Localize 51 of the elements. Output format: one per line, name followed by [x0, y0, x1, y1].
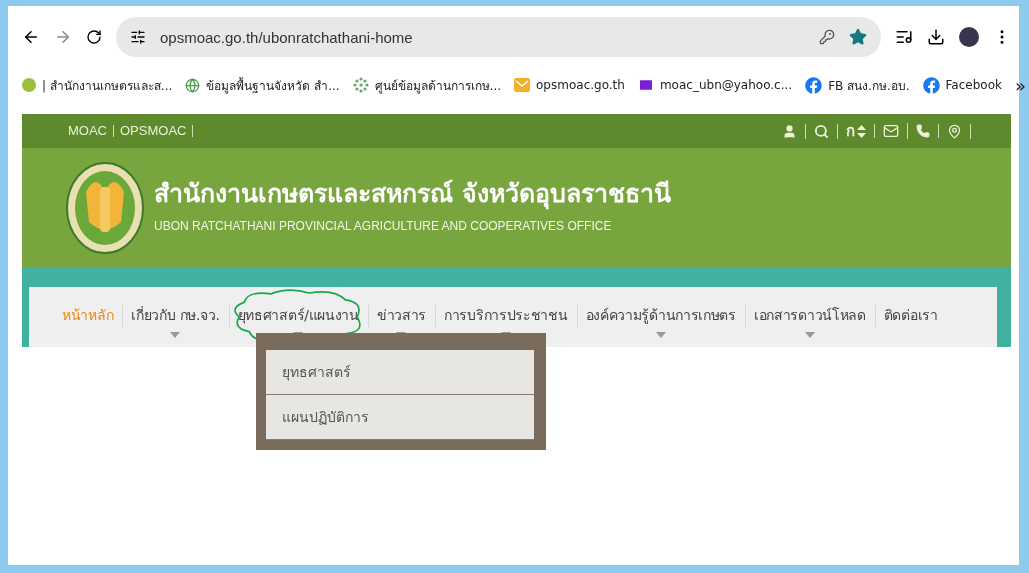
url-text: opsmoac.go.th/ubonratchathani-home	[160, 28, 414, 46]
office-title: สำนักงานเกษตรและสหกรณ์ จังหวัดอุบลราชธานี	[154, 177, 671, 212]
up-down-icon	[857, 124, 866, 138]
dropdown-item[interactable]: แผนปฏิบัติการ	[266, 395, 534, 440]
globe-icon	[185, 77, 201, 93]
bookmark-label: Facebook	[945, 78, 1002, 92]
site-settings-icon[interactable]	[130, 29, 146, 45]
bookmark-link[interactable]: Facebook	[922, 76, 1002, 94]
top-link[interactable]: MOAC	[62, 125, 114, 137]
nav-item[interactable]: ติดต่อเรา	[874, 287, 947, 347]
address-bar[interactable]: opsmoac.go.th/ubonratchathani-home	[116, 17, 881, 57]
nav-item[interactable]: เกี่ยวกับ กษ.จว.	[122, 287, 229, 347]
phone-icon[interactable]	[916, 124, 930, 138]
bookmark-label: moac_ubn@yahoo.c...	[659, 78, 793, 92]
bookmark-link[interactable]: FB สนง.กษ.อบ.	[805, 75, 910, 95]
nav-item[interactable]: ข่าวสาร	[367, 287, 436, 347]
mail-icon	[514, 78, 531, 92]
nav-item[interactable]: องค์ความรู้ด้านการเกษตร	[576, 287, 745, 347]
back-button[interactable]	[22, 28, 40, 46]
nav-item[interactable]: การบริการประชาชน	[435, 287, 577, 347]
facebook-icon	[805, 76, 823, 94]
bookmark-link[interactable]: ข้อมูลพื้นฐานจังหวัด สำ...	[185, 75, 340, 95]
user-icon[interactable]	[782, 123, 797, 139]
bookmark-label: | สำนักงานเกษตรและส...	[42, 77, 173, 95]
bookmark-label: ศูนย์ข้อมูลด้านการเกษ...	[374, 77, 502, 95]
facebook-icon	[922, 76, 940, 94]
key-icon[interactable]	[819, 29, 835, 45]
bookmark-link[interactable]: opsmoac.go.th	[514, 78, 625, 92]
bookmark-label: FB สนง.กษ.อบ.	[828, 77, 910, 95]
bookmark-star-icon[interactable]	[849, 28, 867, 46]
dots-icon	[352, 77, 369, 93]
dropdown-item[interactable]: ยุทธศาสตร์	[266, 350, 534, 395]
download-icon[interactable]	[927, 28, 945, 46]
map-pin-icon[interactable]	[947, 123, 962, 139]
reload-button[interactable]	[86, 29, 102, 45]
office-subtitle: UBON RATCHATHANI PROVINCIAL AGRICULTURE AND COOPERATIVES OFFICE	[154, 218, 613, 233]
bookmark-link[interactable]: | สำนักงานเกษตรและส...	[22, 75, 173, 95]
search-icon[interactable]	[814, 123, 829, 139]
site-icon	[22, 78, 36, 92]
mail-icon[interactable]	[883, 123, 899, 139]
forward-button[interactable]	[54, 28, 72, 46]
bookmark-link[interactable]: ศูนย์ข้อมูลด้านการเกษ...	[352, 75, 502, 95]
bookmarks-overflow-button[interactable]: »	[1014, 74, 1026, 96]
nav-item[interactable]: เอกสารดาวน์โหลด	[744, 287, 875, 347]
top-link[interactable]: OPSMOAC	[114, 125, 194, 137]
bookmark-label: ข้อมูลพื้นฐานจังหวัด สำ...	[206, 76, 340, 95]
font-size-button[interactable]: ก	[846, 124, 855, 138]
avatar-icon[interactable]	[959, 27, 979, 47]
bookmark-label: opsmoac.go.th	[536, 78, 625, 92]
media-icon[interactable]	[895, 28, 913, 46]
bookmark-link[interactable]: moac_ubn@yahoo.c...	[637, 77, 793, 93]
